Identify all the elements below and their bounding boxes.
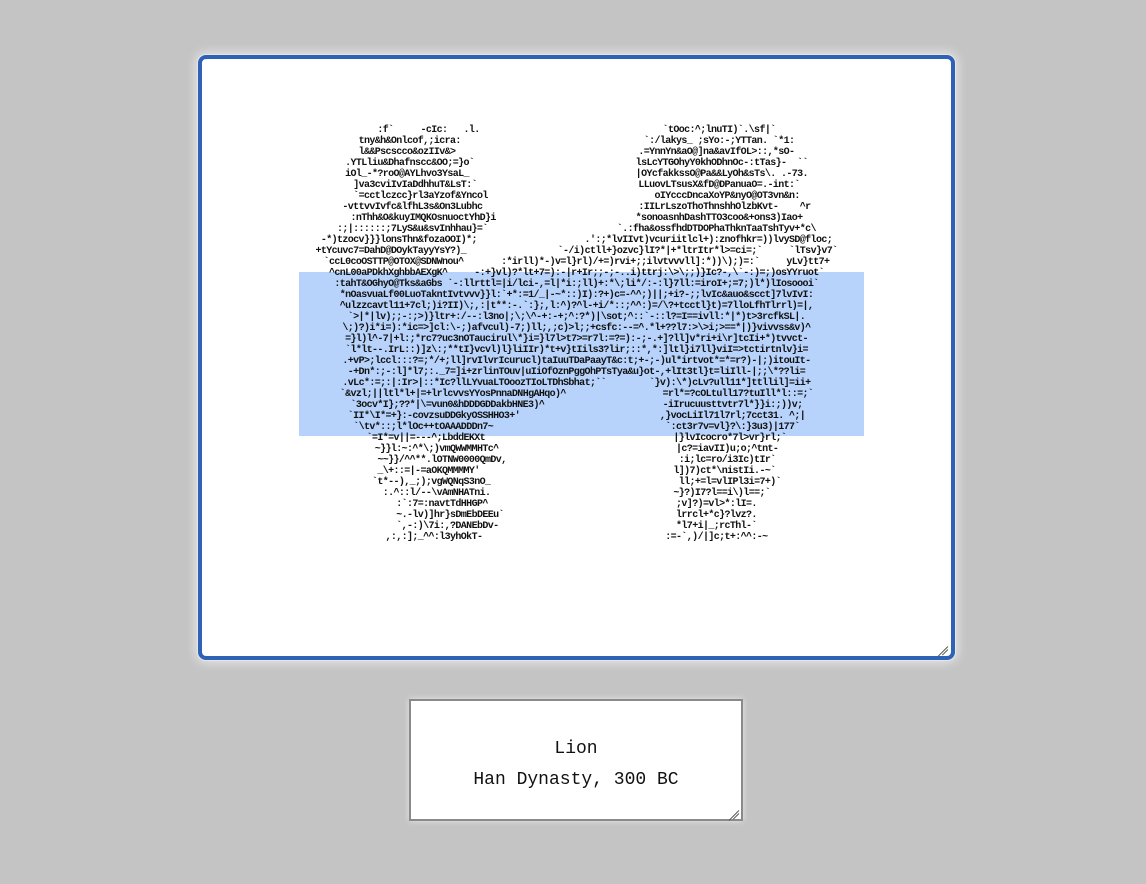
caption-text: Lion Han Dynasty, 300 BC [411, 734, 741, 796]
caption-subtitle: Han Dynasty, 300 BC [473, 770, 679, 790]
ascii-art-text: :f` -cIc: .l. `tOoc:^;lnuTI)`.\sf|` tny&… [315, 125, 839, 543]
caption-textarea[interactable]: Lion Han Dynasty, 300 BC [409, 699, 743, 821]
artwork-textarea[interactable]: :f` -cIc: .l. `tOoc:^;lnuTI)`.\sf|` tny&… [198, 55, 955, 660]
caption-title: Lion [554, 739, 598, 759]
resize-grip-icon[interactable] [724, 802, 740, 821]
resize-grip-icon[interactable] [933, 638, 949, 656]
